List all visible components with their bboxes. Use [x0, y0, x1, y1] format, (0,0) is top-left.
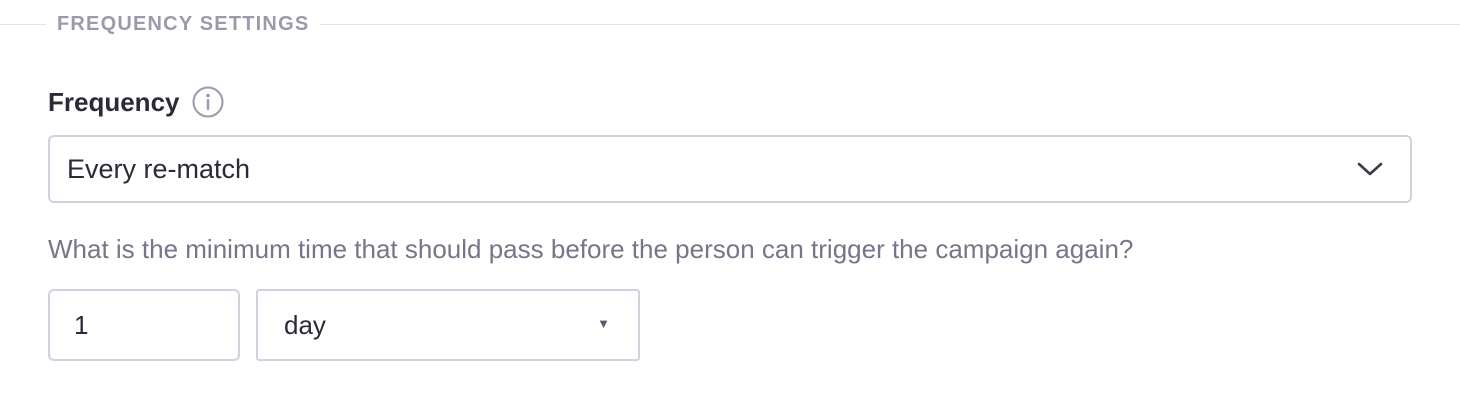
frequency-label-row: Frequency [48, 86, 224, 118]
frequency-select[interactable]: Every re-match [48, 135, 1412, 203]
info-icon[interactable] [192, 86, 224, 118]
min-time-question: What is the minimum time that should pas… [48, 234, 1134, 264]
divider-left [0, 24, 46, 25]
section-header: FREQUENCY SETTINGS [0, 10, 1460, 40]
min-time-unit-value: day [284, 309, 326, 340]
divider-right [320, 24, 1460, 25]
min-time-amount-input[interactable] [48, 289, 240, 361]
chevron-down-icon [1356, 159, 1384, 179]
min-time-unit-select[interactable]: day ▼ [256, 289, 640, 361]
caret-down-icon: ▼ [597, 316, 610, 331]
frequency-settings-section: FREQUENCY SETTINGS Frequency Every re-ma… [0, 0, 1460, 406]
frequency-select-value: Every re-match [67, 153, 251, 184]
frequency-label: Frequency [48, 86, 180, 117]
section-title: FREQUENCY SETTINGS [57, 13, 310, 35]
